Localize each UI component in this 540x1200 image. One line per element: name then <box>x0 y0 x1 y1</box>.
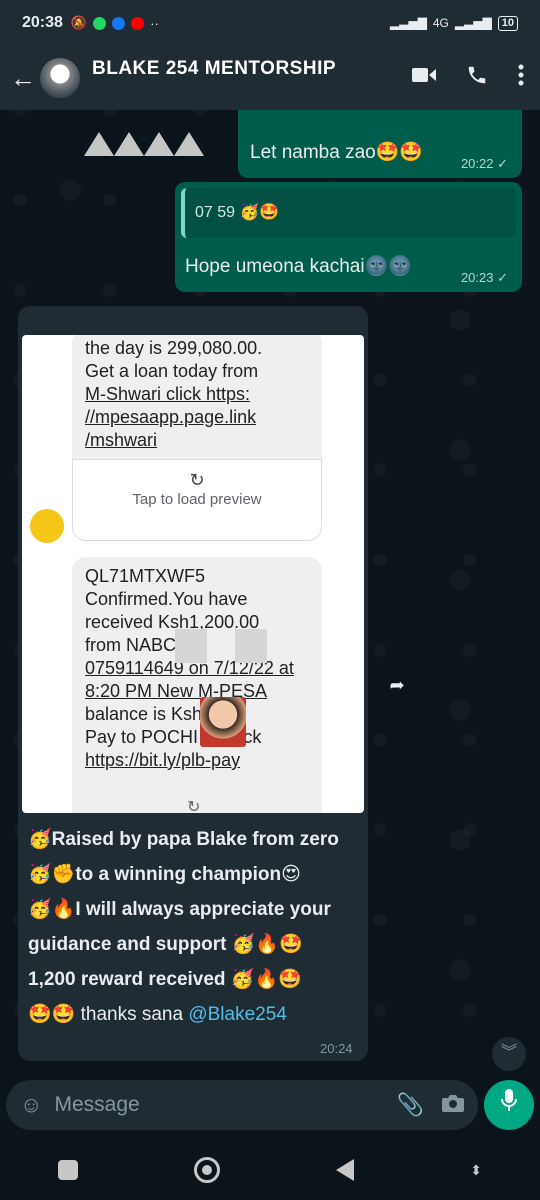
back-arrow-icon[interactable]: ← <box>10 63 36 94</box>
whatsapp-icon <box>93 16 107 30</box>
outgoing-message[interactable]: Let namba zao🤩🤩 20:22 ✓ <box>238 110 522 178</box>
group-avatar[interactable] <box>40 58 80 98</box>
battery-icon: 10 <box>497 15 518 31</box>
sms-link: //mpesaapp.page.link <box>85 407 257 427</box>
message-caption: 🥳Raised by papa Blake from zero 🥳✊to a w… <box>28 822 363 1032</box>
refresh-icon: ↻ <box>187 799 201 813</box>
voice-call-icon[interactable] <box>466 64 488 92</box>
message-time: 20:22 ✓ <box>460 156 508 171</box>
status-time: 20:38 <box>22 14 63 31</box>
sms-line: QL71MTXWF5 <box>85 566 206 586</box>
message-input[interactable] <box>54 1093 379 1117</box>
back-button[interactable] <box>336 1159 355 1181</box>
home-button[interactable] <box>194 1157 221 1183</box>
caption-line-last: 🤩🤩 thanks sana @Blake254 <box>28 997 363 1032</box>
notification-icons: 🔕 ·· <box>71 15 159 31</box>
message-text: Let namba zao🤩🤩 <box>250 142 424 163</box>
message-composer: ☺ 📎 <box>6 1080 478 1130</box>
sms-line: the day is 299,080.00. <box>85 338 263 358</box>
sticker-photo <box>200 697 246 747</box>
signal-icon-2: ▂▃▅▇ <box>454 16 492 30</box>
message-time: 20:23 ✓ <box>460 270 508 285</box>
outgoing-message-reply[interactable]: 07 59 🥳🤩 Hope umeona kachai🌚🌚 20:23 ✓ <box>175 182 522 292</box>
system-nav-bar: ⬍ <box>0 1140 540 1200</box>
sms-bubble: QL71MTXWF5 Confirmed.You have received K… <box>72 557 322 813</box>
nav-dropdown-icon[interactable]: ⬍ <box>470 1162 482 1179</box>
emoji-icon[interactable]: ☺ <box>20 1092 42 1118</box>
preview-label: Tap to load preview <box>132 491 262 508</box>
network-type: 4G <box>432 16 449 30</box>
caption-line: 🥳🔥I will always appreciate your <box>28 899 331 920</box>
chat-title[interactable]: BLAKE 254 MENTORSHIP <box>92 58 412 80</box>
youtube-icon <box>131 16 145 30</box>
sms-line: 8:20 PM New M-PESA <box>85 681 268 701</box>
messenger-icon <box>112 16 126 30</box>
caption-line: guidance and support 🥳🔥🤩 <box>28 934 303 955</box>
sms-bubble: the day is 299,080.00. Get a loan today … <box>72 335 322 541</box>
contact-avatar <box>30 509 64 543</box>
mute-icon: 🔕 <box>70 15 88 30</box>
caption-line: 🥳Raised by papa Blake from zero <box>28 829 339 850</box>
sms-line: Pay to POCHI Y. Click <box>85 727 262 747</box>
video-call-icon[interactable] <box>412 64 436 92</box>
attach-icon[interactable]: 📎 <box>397 1092 424 1118</box>
sms-line: balance is Ksh 30. <box>85 704 233 724</box>
quoted-message[interactable]: 07 59 🥳🤩 <box>181 188 516 238</box>
double-chevron-down-icon: ︾ <box>500 1044 517 1061</box>
sms-line: Confirmed.You have <box>85 589 248 609</box>
scroll-down-button[interactable]: ︾ <box>492 1037 526 1071</box>
refresh-icon: ↻ <box>189 470 205 490</box>
forward-icon[interactable]: ➦ <box>382 670 412 700</box>
sms-link: /mshwari <box>85 430 158 450</box>
system-icons: ▂▃▅▇ 4G ▂▃▅▇ 10 <box>389 15 518 31</box>
message-text: Hope umeona kachai🌚🌚 <box>185 256 412 277</box>
camera-icon[interactable] <box>442 1092 464 1118</box>
mention-link[interactable]: @Blake254 <box>188 1004 287 1025</box>
more-notifications-icon: ·· <box>150 15 159 31</box>
sms-link: https://bit.ly/plb-pay <box>85 750 241 770</box>
message-time: 20:24 <box>320 1041 353 1056</box>
signal-icon: ▂▃▅▇ <box>389 16 427 30</box>
caption-text: 🤩🤩 thanks sana <box>28 1004 189 1025</box>
sms-screenshot-image[interactable]: the day is 299,080.00. Get a loan today … <box>22 335 364 813</box>
mic-icon <box>501 1089 517 1111</box>
quoted-text: 07 59 🥳🤩 <box>195 204 280 221</box>
link-preview: ↻ Tap to load preview <box>72 459 322 541</box>
caption-line: 1,200 reward received 🥳🔥🤩 <box>28 969 302 990</box>
caption-line: 🥳✊to a winning champion😍 <box>28 864 301 885</box>
sms-link: M-Shwari click https: <box>85 384 251 404</box>
more-options-icon[interactable] <box>518 64 524 92</box>
chat-header: ← BLAKE 254 MENTORSHIP <box>0 46 540 156</box>
redaction-block <box>235 629 267 663</box>
sms-line: Get a loan today from <box>85 361 259 381</box>
sms-text: the day is 299,080.00. Get a loan today … <box>85 337 262 452</box>
redaction-block <box>175 629 207 663</box>
mic-button[interactable] <box>484 1080 534 1130</box>
status-bar: 20:38 🔕 ·· ▂▃▅▇ 4G ▂▃▅▇ 10 <box>0 0 540 46</box>
recent-apps-button[interactable] <box>58 1160 79 1180</box>
sms-text: QL71MTXWF5 Confirmed.You have received K… <box>85 565 294 772</box>
